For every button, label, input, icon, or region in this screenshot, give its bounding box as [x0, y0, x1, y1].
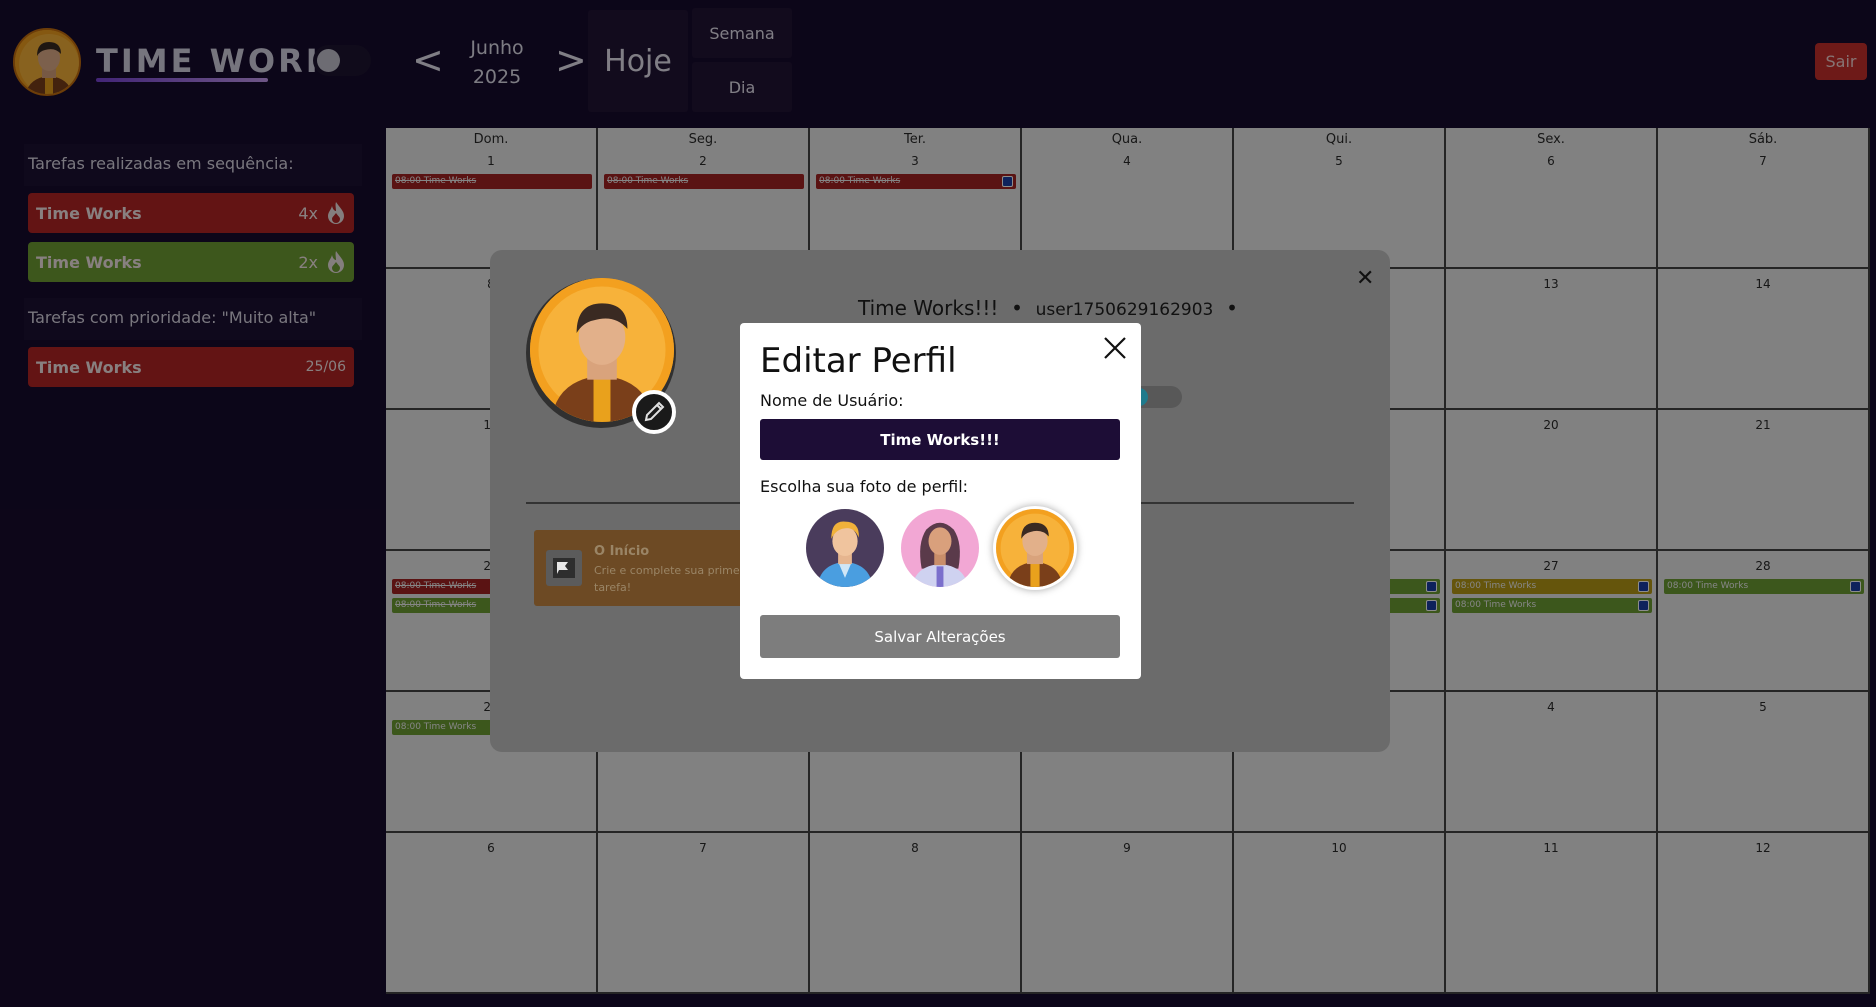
edit-profile-modal: Editar Perfil Nome de Usuário: Escolha s… [740, 323, 1141, 679]
pencil-icon [644, 401, 665, 422]
profile-close-button[interactable]: ✕ [1356, 266, 1374, 291]
modal-title: Editar Perfil [760, 341, 957, 381]
profile-user-id: user1750629162903 [1035, 300, 1214, 320]
separator: • [1226, 296, 1238, 320]
username-input[interactable] [760, 419, 1120, 460]
avatar-blonde-man-icon [806, 509, 884, 587]
close-icon [1104, 337, 1126, 359]
avatar-man-brown-jacket-icon [996, 509, 1074, 587]
save-changes-button[interactable]: Salvar Alterações [760, 615, 1120, 658]
username-label: Nome de Usuário: [760, 391, 904, 410]
avatar-option-woman[interactable] [901, 509, 979, 587]
edit-avatar-button[interactable] [632, 390, 676, 434]
avatar-option-brown-jacket-man[interactable] [996, 509, 1074, 587]
separator: • [1011, 296, 1023, 320]
avatar-option-blonde-man[interactable] [806, 509, 884, 587]
modal-close-button[interactable] [1100, 333, 1130, 363]
achievement-title: O Início [594, 544, 650, 559]
profile-user-line: Time Works!!! • user1750629162903 • [858, 296, 1238, 320]
avatar-woman-icon [901, 509, 979, 587]
photo-label: Escolha sua foto de perfil: [760, 477, 969, 496]
flag-icon [546, 550, 582, 586]
profile-username: Time Works!!! [858, 296, 999, 320]
